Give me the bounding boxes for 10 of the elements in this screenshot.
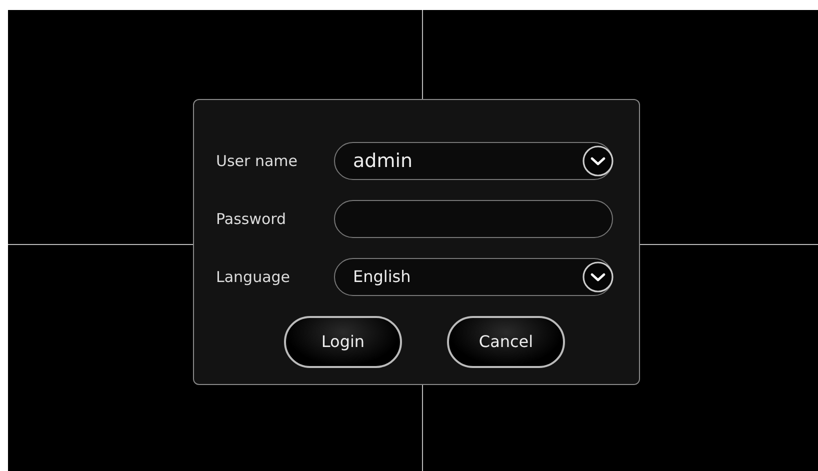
field-label: Password [216,208,288,230]
caret-icon[interactable] [582,261,614,293]
dropdown-field[interactable]: English [334,258,613,296]
field-label: Language [216,266,292,288]
dropdown-field[interactable]: admin [334,142,613,180]
field-label: User name [216,150,298,172]
caret-icon[interactable] [582,145,614,177]
cancel-button[interactable]: Cancel [447,316,565,368]
login-button[interactable]: Login [284,316,402,368]
password-field[interactable] [334,200,613,238]
